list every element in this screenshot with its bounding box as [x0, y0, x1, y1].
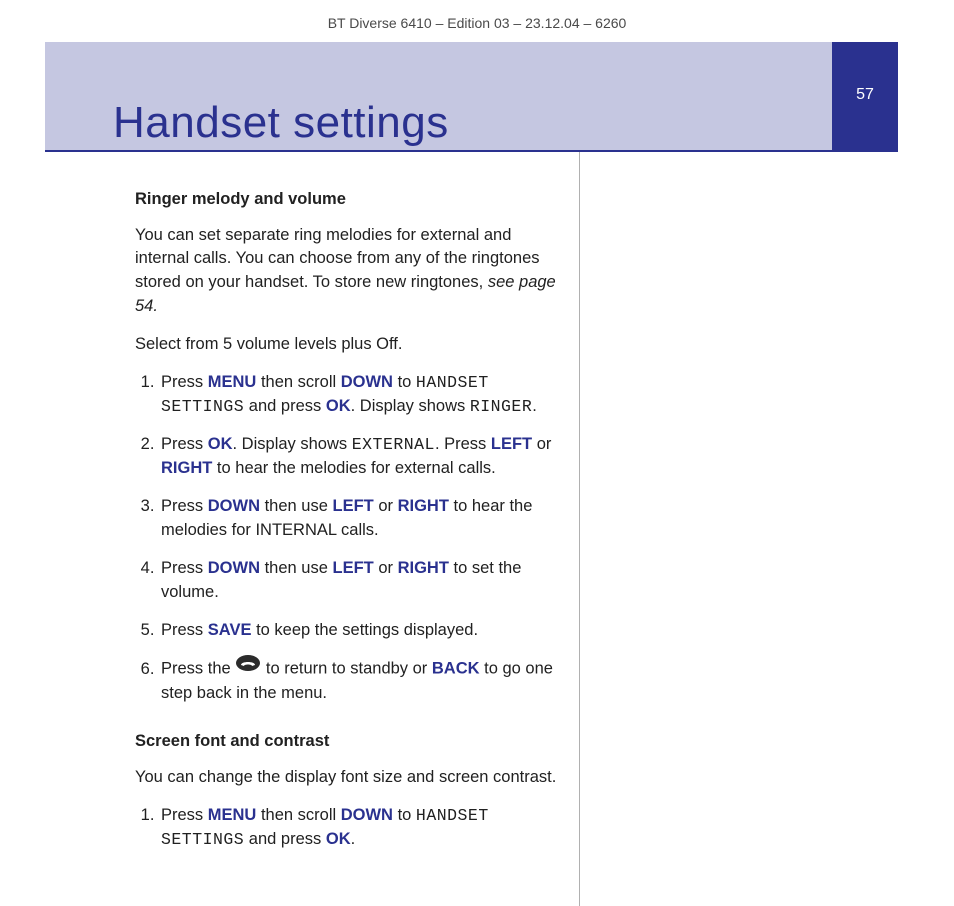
key-right: RIGHT — [398, 497, 449, 515]
text: Press — [161, 373, 208, 391]
text: then scroll — [256, 373, 340, 391]
step-5: Press SAVE to keep the settings displaye… — [159, 619, 559, 643]
page-title: Handset settings — [113, 92, 449, 154]
document-header: BT Diverse 6410 – Edition 03 – 23.12.04 … — [0, 0, 954, 42]
screen-step-1: Press MENU then scroll DOWN to HANDSET S… — [159, 804, 559, 852]
text: . Press — [435, 435, 491, 453]
key-down: DOWN — [208, 559, 260, 577]
key-left: LEFT — [333, 497, 374, 515]
right-column — [580, 152, 898, 906]
page-number-tab: 57 — [832, 42, 898, 150]
text: or — [374, 559, 398, 577]
key-right: RIGHT — [161, 459, 212, 477]
section-heading-screen: Screen font and contrast — [135, 730, 559, 754]
screen-intro: You can change the display font size and… — [135, 766, 559, 790]
text: to return to standby or — [261, 660, 432, 678]
text: then scroll — [256, 806, 340, 824]
key-ok: OK — [326, 830, 351, 848]
text: Press — [161, 806, 208, 824]
document-page: { "doc": { "header": "BT Diverse 6410 – … — [0, 0, 954, 906]
step-2: Press OK. Display shows EXTERNAL. Press … — [159, 433, 559, 481]
text: Press — [161, 435, 208, 453]
text: then use — [260, 559, 332, 577]
text: or — [532, 435, 551, 453]
text: or — [374, 497, 398, 515]
key-ok: OK — [208, 435, 233, 453]
key-menu: MENU — [208, 373, 257, 391]
key-down: DOWN — [341, 373, 393, 391]
volume-levels-note: Select from 5 volume levels plus Off. — [135, 333, 559, 357]
page-number: 57 — [856, 84, 874, 106]
key-right: RIGHT — [398, 559, 449, 577]
text: Press — [161, 621, 208, 639]
step-3: Press DOWN then use LEFT or RIGHT to hea… — [159, 495, 559, 543]
ringer-steps-list: Press MENU then scroll DOWN to HANDSET S… — [135, 371, 559, 706]
content-columns: Ringer melody and volume You can set sep… — [45, 152, 898, 906]
key-back: BACK — [432, 660, 480, 678]
key-down: DOWN — [341, 806, 393, 824]
text: Press — [161, 559, 208, 577]
screen-steps-list: Press MENU then scroll DOWN to HANDSET S… — [135, 804, 559, 852]
step-6: Press the to return to standby or BACK t… — [159, 656, 559, 706]
intro-text: You can set separate ring melodies for e… — [135, 226, 540, 292]
step-4: Press DOWN then use LEFT or RIGHT to set… — [159, 557, 559, 605]
text: Press — [161, 497, 208, 515]
text: then use — [260, 497, 332, 515]
key-left: LEFT — [333, 559, 374, 577]
text: to — [393, 373, 416, 391]
key-save: SAVE — [208, 621, 252, 639]
text: to hear the melodies for external calls. — [212, 459, 495, 477]
text: to — [393, 806, 416, 824]
text: . — [532, 397, 537, 415]
hangup-icon — [235, 654, 261, 680]
text: . Display shows — [351, 397, 470, 415]
section-heading-ringer: Ringer melody and volume — [135, 188, 559, 212]
text: and press — [244, 397, 326, 415]
display-external: EXTERNAL — [352, 435, 435, 454]
key-down: DOWN — [208, 497, 260, 515]
text: and press — [244, 830, 326, 848]
text: to keep the settings displayed. — [251, 621, 478, 639]
title-band: Handset settings 57 — [45, 42, 898, 152]
step-1: Press MENU then scroll DOWN to HANDSET S… — [159, 371, 559, 419]
text: Press the — [161, 660, 235, 678]
key-ok: OK — [326, 397, 351, 415]
text: . Display shows — [233, 435, 352, 453]
key-left: LEFT — [491, 435, 532, 453]
left-column: Ringer melody and volume You can set sep… — [45, 152, 580, 906]
intro-paragraph: You can set separate ring melodies for e… — [135, 224, 559, 320]
text: . — [351, 830, 356, 848]
display-ringer: RINGER — [470, 397, 532, 416]
key-menu: MENU — [208, 806, 257, 824]
